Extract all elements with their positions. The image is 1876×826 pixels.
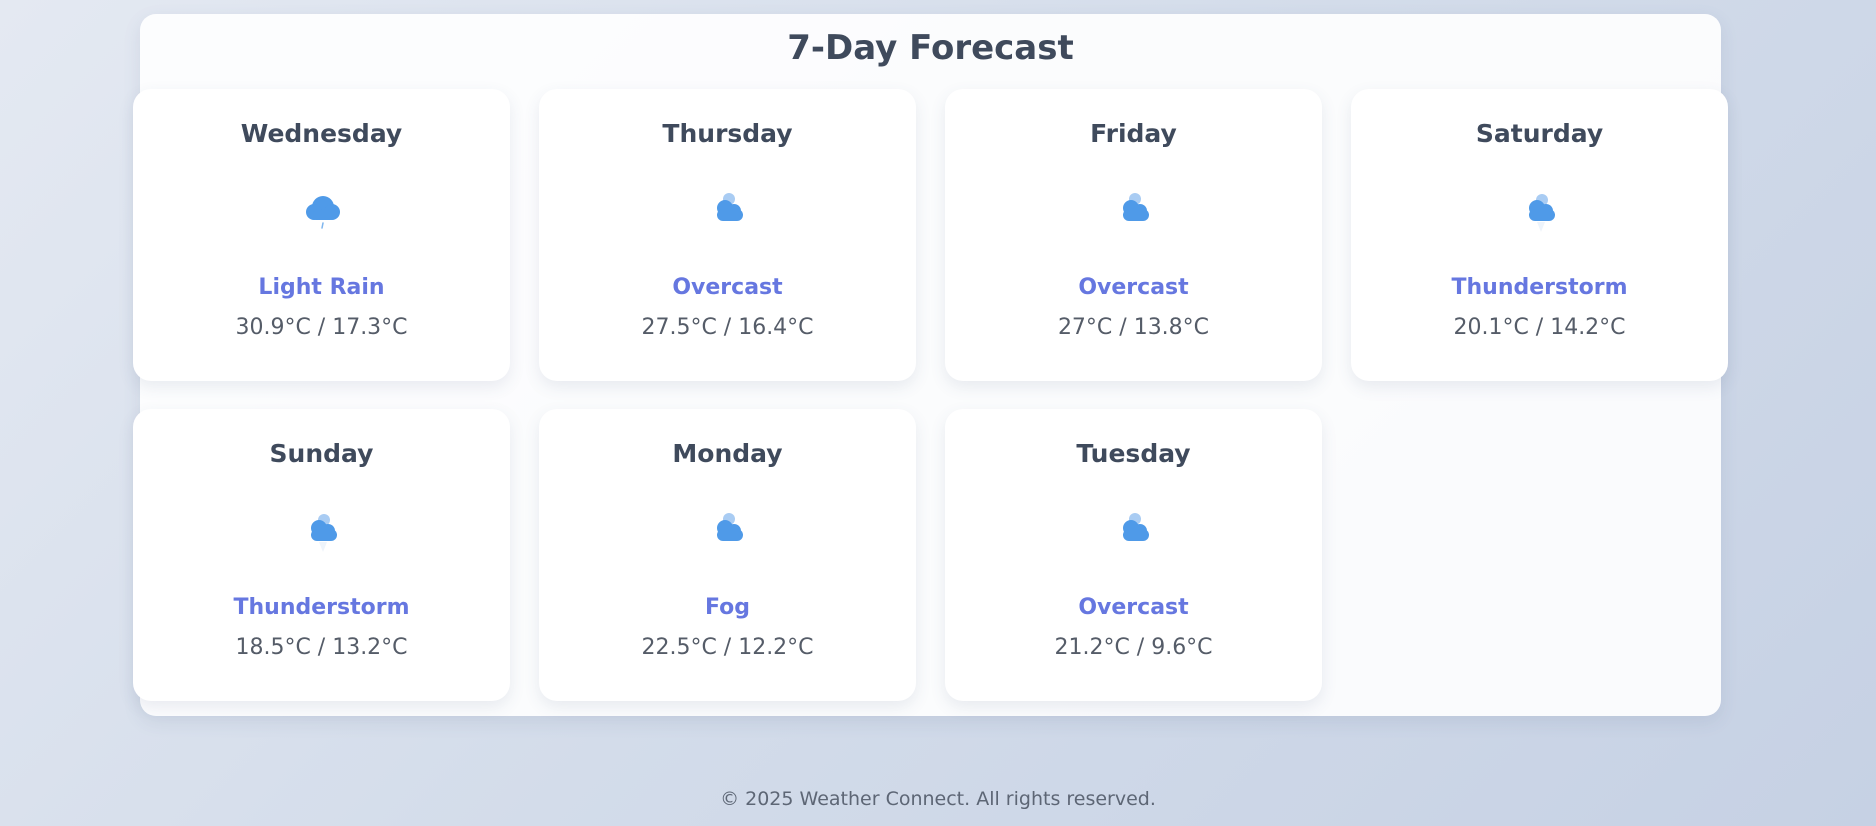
forecast-card-tuesday: Tuesday Overcast 21.2°C / 9.6°C xyxy=(945,409,1322,701)
forecast-card-saturday: Saturday Thunderstorm 20.1°C / 14.2°C xyxy=(1351,89,1728,381)
forecast-card-monday: Monday Fog 22.5°C / 12.2°C xyxy=(539,409,916,701)
forecast-condition: Overcast xyxy=(1078,275,1189,300)
forecast-panel: 7-Day Forecast Wednesday Light Rain 30.9… xyxy=(133,14,1728,716)
forecast-condition: Thunderstorm xyxy=(233,595,410,620)
thunderstorm-icon xyxy=(311,514,337,552)
forecast-temps: 18.5°C / 13.2°C xyxy=(235,635,408,660)
cloud-sun-icon xyxy=(1123,193,1149,221)
forecast-card-thursday: Thursday Overcast 27.5°C / 16.4°C xyxy=(539,89,916,381)
forecast-condition: Overcast xyxy=(1078,595,1189,620)
forecast-day: Wednesday xyxy=(240,119,403,148)
thunderstorm-icon xyxy=(1529,194,1555,232)
cloud-sun-icon xyxy=(717,193,743,221)
forecast-card-wednesday: Wednesday Light Rain 30.9°C / 17.3°C xyxy=(133,89,510,381)
forecast-day: Saturday xyxy=(1475,119,1604,148)
forecast-day: Monday xyxy=(672,439,783,468)
forecast-card-sunday: Sunday Thunderstorm 18.5°C / 13.2°C xyxy=(133,409,510,701)
forecast-condition: Light Rain xyxy=(258,275,385,300)
forecast-day: Thursday xyxy=(662,119,793,148)
forecast-condition: Fog xyxy=(705,595,750,620)
forecast-temps: 20.1°C / 14.2°C xyxy=(1453,315,1626,340)
cloud-sun-icon xyxy=(1123,513,1149,541)
forecast-card-friday: Friday Overcast 27°C / 13.8°C xyxy=(945,89,1322,381)
forecast-temps: 27°C / 13.8°C xyxy=(1057,315,1210,340)
forecast-day: Tuesday xyxy=(1076,439,1191,468)
forecast-condition: Overcast xyxy=(672,275,783,300)
forecast-temps: 27.5°C / 16.4°C xyxy=(641,315,814,340)
forecast-condition: Thunderstorm xyxy=(1451,275,1628,300)
rain-cloud-icon xyxy=(306,196,340,229)
forecast-day: Friday xyxy=(1090,119,1177,148)
forecast-day: Sunday xyxy=(269,439,374,468)
forecast-temps: 30.9°C / 17.3°C xyxy=(235,315,408,340)
cloud-sun-icon xyxy=(717,513,743,541)
forecast-temps: 21.2°C / 9.6°C xyxy=(1054,635,1213,660)
footer-copyright: © 2025 Weather Connect. All rights reser… xyxy=(720,788,1156,810)
forecast-temps: 22.5°C / 12.2°C xyxy=(641,635,814,660)
page-title: 7-Day Forecast xyxy=(787,28,1074,68)
